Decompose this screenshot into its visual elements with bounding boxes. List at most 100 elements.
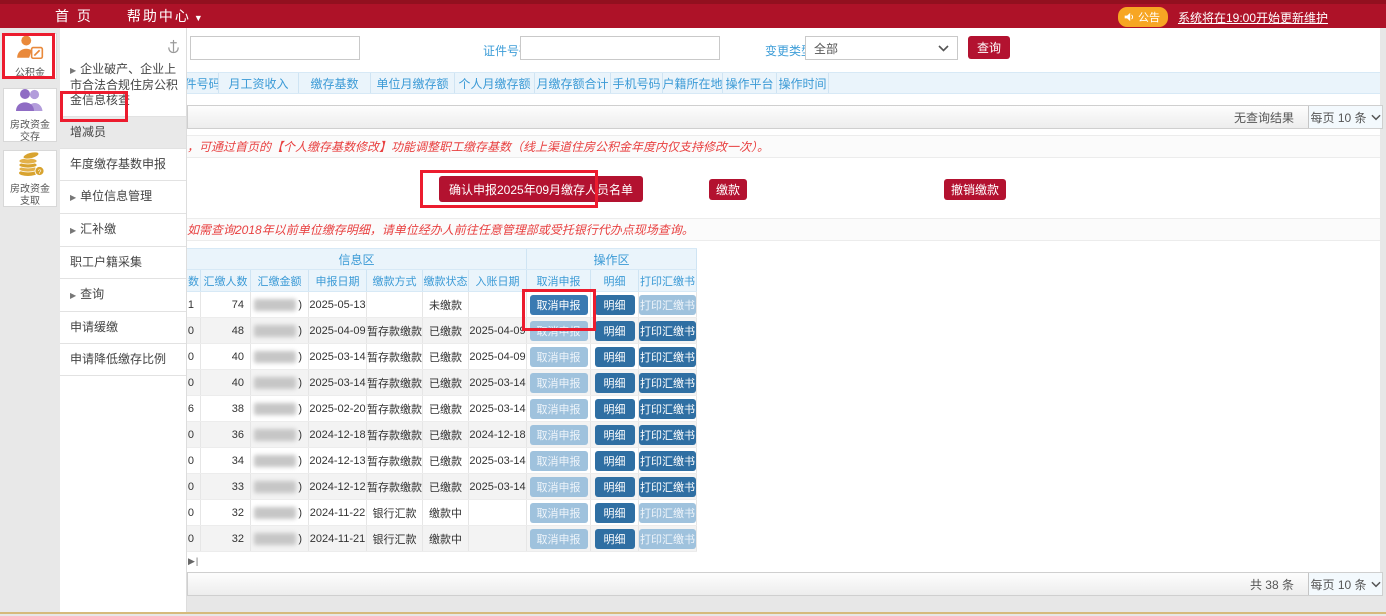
nav-help-center[interactable]: 帮助中心▼ [127, 6, 203, 26]
print-remittance-button[interactable]: 打印汇缴书 [639, 399, 696, 419]
print-remittance-button[interactable]: 打印汇缴书 [639, 477, 696, 497]
table-cell: 2024-12-18 [309, 422, 367, 447]
confirm-declare-button[interactable]: 确认申报2025年09月缴存人员名单 [439, 176, 643, 202]
coins-icon: ? [15, 150, 45, 182]
table-cell: 已缴款 [423, 396, 469, 421]
table-cell: 已缴款 [423, 318, 469, 343]
table-cell: 暂存款缴款 [367, 318, 423, 343]
print-remittance-button[interactable]: 打印汇缴书 [639, 451, 696, 471]
base-adjust-notice: ，可通过首页的【个人缴存基数修改】功能调整职工缴存基数（线上渠道住房公积金年度内… [187, 135, 1380, 158]
announcement-link[interactable]: 系统将在19:00开始更新维护 [1178, 9, 1328, 26]
anchor-icon[interactable] [167, 38, 180, 59]
table-cell: 明细 [591, 344, 639, 369]
masked-amount [254, 481, 296, 493]
table-cell: 0 [187, 344, 201, 369]
search-button[interactable]: 查询 [968, 36, 1010, 59]
svg-text:?: ? [38, 169, 42, 176]
detail-button[interactable]: 明细 [595, 529, 635, 549]
detail-button[interactable]: 明细 [595, 399, 635, 419]
detail-button[interactable]: 明细 [595, 347, 635, 367]
name-input[interactable] [190, 36, 360, 60]
revoke-pay-button[interactable]: 撤销缴款 [944, 179, 1006, 200]
table-cell: 2024-12-13 [309, 448, 367, 473]
cancel-declare-button: 取消申报 [530, 529, 588, 549]
table-cell: 打印汇缴书 [639, 370, 697, 395]
table-cell: 33 [201, 474, 251, 499]
sidebar-item-1[interactable]: 增减员 [60, 117, 186, 149]
rail-item-reform-withdraw[interactable]: ?房改资金 支取 [3, 150, 57, 207]
module-rail: 公积金房改资金 交存 ?房改资金 支取 [0, 28, 60, 612]
table-cell: ) [251, 396, 309, 421]
table-cell: 明细 [591, 396, 639, 421]
sidebar-item-4[interactable]: ▶汇补缴 [60, 214, 186, 247]
print-remittance-button[interactable]: 打印汇缴书 [639, 321, 696, 341]
t2-col-header: 汇缴人数 [201, 270, 251, 291]
page-size-select[interactable]: 每页 10 条 [1308, 106, 1382, 128]
employee-table-footer: 无查询结果 每页 10 条 [187, 105, 1383, 129]
detail-button[interactable]: 明细 [595, 425, 635, 445]
table-row: 036)2024-12-18暂存款缴款已缴款2024-12-18取消申报明细打印… [187, 422, 697, 448]
table-cell: 2025-04-09 [469, 318, 527, 343]
sidebar-item-3[interactable]: ▶单位信息管理 [60, 181, 186, 214]
print-remittance-button[interactable]: 打印汇缴书 [639, 425, 696, 445]
detail-button[interactable]: 明细 [595, 451, 635, 471]
remittance-table-column-header: 数汇缴人数汇缴金额申报日期缴款方式缴款状态入账日期取消申报明细打印汇缴书 [187, 270, 697, 292]
t1-col-header: 单位月缴存额 [371, 73, 455, 93]
nav-home[interactable]: 首 页 [55, 6, 93, 26]
sidebar-item-label: 增减员 [70, 125, 106, 139]
pay-button[interactable]: 缴款 [709, 179, 747, 200]
table-cell: 0 [187, 448, 201, 473]
table-row: 048)2025-04-09暂存款缴款已缴款2025-04-09取消申报明细打印… [187, 318, 697, 344]
detail-button[interactable]: 明细 [595, 503, 635, 523]
table-cell: 2025-04-09 [309, 318, 367, 343]
detail-button[interactable]: 明细 [595, 295, 635, 315]
cancel-declare-button[interactable]: 取消申报 [530, 295, 588, 315]
table-row: 034)2024-12-13暂存款缴款已缴款2025-03-14取消申报明细打印… [187, 448, 697, 474]
t2-col-header: 取消申报 [527, 270, 591, 291]
person-edit-icon [15, 33, 45, 66]
detail-button[interactable]: 明细 [595, 373, 635, 393]
table-cell: 已缴款 [423, 370, 469, 395]
people-icon [14, 87, 46, 118]
table-cell: 取消申报 [527, 474, 591, 499]
chevron-down-icon [1371, 114, 1381, 121]
table-cell: 明细 [591, 474, 639, 499]
table-cell: 74 [201, 292, 251, 317]
masked-amount [254, 429, 296, 441]
rail-item-reform-deposit[interactable]: 房改资金 交存 [3, 88, 57, 142]
table-cell: 明细 [591, 370, 639, 395]
table-cell: 2025-03-14 [469, 370, 527, 395]
table-cell: 暂存款缴款 [367, 422, 423, 447]
table-row: 040)2025-03-14暂存款缴款已缴款2025-04-09取消申报明细打印… [187, 344, 697, 370]
table-cell: 暂存款缴款 [367, 396, 423, 421]
table-cell: 缴款中 [423, 500, 469, 525]
pagination-last-page-icon[interactable]: ▶| [188, 556, 199, 567]
t1-col-header: 个人月缴存额 [455, 73, 535, 93]
page-bottom-divider [0, 612, 1386, 614]
rail-item-fund[interactable]: 公积金 [3, 33, 57, 79]
detail-button[interactable]: 明细 [595, 321, 635, 341]
sidebar-item-5[interactable]: 职工户籍采集 [60, 247, 186, 279]
table-cell: 暂存款缴款 [367, 344, 423, 369]
sidebar-item-7[interactable]: 申请缓缴 [60, 312, 186, 344]
table-cell: 2024-12-18 [469, 422, 527, 447]
detail-button[interactable]: 明细 [595, 477, 635, 497]
t2-col-header: 数 [187, 270, 201, 291]
table-cell: 36 [201, 422, 251, 447]
table-cell: 2025-03-14 [469, 396, 527, 421]
sidebar-item-6[interactable]: ▶查询 [60, 279, 186, 312]
chevron-down-icon [1371, 581, 1381, 588]
table-cell: 取消申报 [527, 422, 591, 447]
print-remittance-button[interactable]: 打印汇缴书 [639, 347, 696, 367]
page-size-select-bottom[interactable]: 每页 10 条 [1308, 573, 1382, 595]
page-size-label: 每页 10 条 [1310, 576, 1366, 593]
sidebar-item-2[interactable]: 年度缴存基数申报 [60, 149, 186, 181]
table-cell: 打印汇缴书 [639, 396, 697, 421]
change-type-select[interactable]: 全部 [805, 36, 958, 60]
sidebar-item-0[interactable]: ▶企业破产、企业上市合法合规住房公积金信息核查 [60, 54, 186, 117]
t2-col-header: 申报日期 [309, 270, 367, 291]
print-remittance-button[interactable]: 打印汇缴书 [639, 373, 696, 393]
id-number-input[interactable] [520, 36, 720, 60]
table-cell: ) [251, 526, 309, 551]
sidebar-item-8[interactable]: 申请降低缴存比例 [60, 344, 186, 376]
